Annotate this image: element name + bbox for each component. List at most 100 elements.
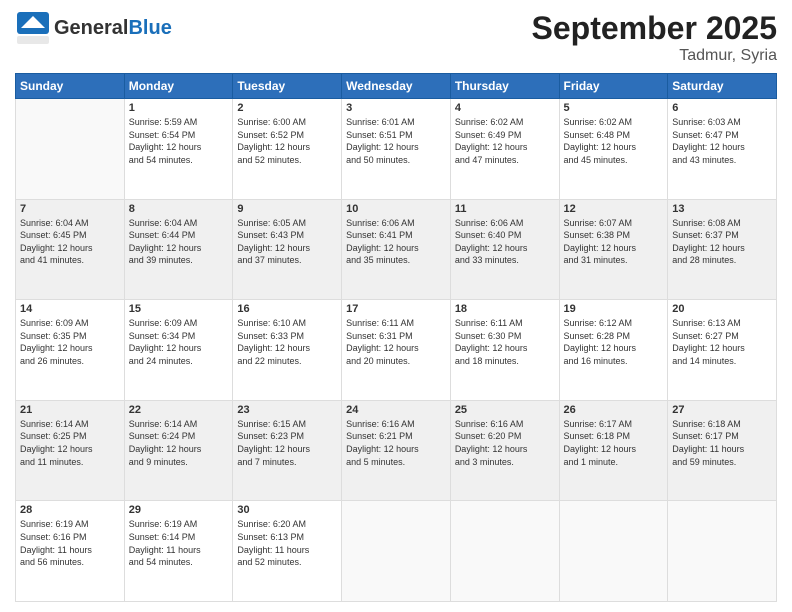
table-row: 18Sunrise: 6:11 AM Sunset: 6:30 PM Dayli… (450, 300, 559, 401)
day-number: 23 (237, 404, 337, 416)
day-info: Sunrise: 6:08 AM Sunset: 6:37 PM Dayligh… (672, 217, 772, 267)
day-number: 21 (20, 404, 120, 416)
day-number: 25 (455, 404, 555, 416)
calendar-title: September 2025 (532, 10, 777, 47)
logo-blue: Blue (128, 17, 171, 39)
day-info: Sunrise: 6:16 AM Sunset: 6:20 PM Dayligh… (455, 418, 555, 468)
calendar-row: 7 Sunrise: 6:04 AM Sunset: 6:45 PM Daylig… (16, 199, 777, 300)
table-row: 24Sunrise: 6:16 AM Sunset: 6:21 PM Dayli… (342, 400, 451, 501)
day-info: Sunrise: 6:16 AM Sunset: 6:21 PM Dayligh… (346, 418, 446, 468)
day-number: 6 (672, 102, 772, 114)
day-number: 13 (672, 203, 772, 215)
calendar-row: 1Sunrise: 5:59 AM Sunset: 6:54 PM Daylig… (16, 99, 777, 200)
table-row: 12 Sunrise: 6:07 AM Sunset: 6:38 PM Dayli… (559, 199, 668, 300)
table-row: 8 Sunrise: 6:04 AM Sunset: 6:44 PM Daylig… (124, 199, 233, 300)
day-info: Sunrise: 6:19 AM Sunset: 6:14 PM Dayligh… (129, 518, 229, 568)
day-info: Sunrise: 6:05 AM Sunset: 6:43 PM Dayligh… (237, 217, 337, 267)
day-info: Sunrise: 6:01 AM Sunset: 6:51 PM Dayligh… (346, 116, 446, 166)
table-row: 10Sunrise: 6:06 AM Sunset: 6:41 PM Dayli… (342, 199, 451, 300)
table-row: 23 Sunrise: 6:15 AM Sunset: 6:23 PM Dayli… (233, 400, 342, 501)
table-row: 30Sunrise: 6:20 AM Sunset: 6:13 PM Dayli… (233, 501, 342, 602)
day-info: Sunrise: 6:10 AM Sunset: 6:33 PM Dayligh… (237, 317, 337, 367)
logo-general: General (54, 17, 128, 39)
table-row: 17 Sunrise: 6:11 AM Sunset: 6:31 PM Dayli… (342, 300, 451, 401)
day-number: 19 (564, 303, 664, 315)
day-number: 26 (564, 404, 664, 416)
day-info: Sunrise: 6:04 AM Sunset: 6:44 PM Dayligh… (129, 217, 229, 267)
col-thursday: Thursday (450, 74, 559, 99)
table-row: 19 Sunrise: 6:12 AM Sunset: 6:28 PM Dayli… (559, 300, 668, 401)
table-row (16, 99, 125, 200)
table-row (668, 501, 777, 602)
day-info: Sunrise: 6:04 AM Sunset: 6:45 PM Dayligh… (20, 217, 120, 267)
day-number: 2 (237, 102, 337, 114)
table-row (450, 501, 559, 602)
day-info: Sunrise: 6:02 AM Sunset: 6:48 PM Dayligh… (564, 116, 664, 166)
page: GeneralBlue September 2025 Tadmur, Syria… (0, 0, 792, 612)
table-row: 1Sunrise: 5:59 AM Sunset: 6:54 PM Daylig… (124, 99, 233, 200)
day-number: 8 (129, 203, 229, 215)
day-number: 15 (129, 303, 229, 315)
day-info: Sunrise: 5:59 AM Sunset: 6:54 PM Dayligh… (129, 116, 229, 166)
col-wednesday: Wednesday (342, 74, 451, 99)
table-row: 14 Sunrise: 6:09 AM Sunset: 6:35 PM Dayli… (16, 300, 125, 401)
table-row: 26Sunrise: 6:17 AM Sunset: 6:18 PM Dayli… (559, 400, 668, 501)
table-row: 22Sunrise: 6:14 AM Sunset: 6:24 PM Dayli… (124, 400, 233, 501)
header: GeneralBlue September 2025 Tadmur, Syria (15, 10, 777, 65)
title-block: September 2025 Tadmur, Syria (532, 10, 777, 65)
day-info: Sunrise: 6:07 AM Sunset: 6:38 PM Dayligh… (564, 217, 664, 267)
day-number: 28 (20, 504, 120, 516)
col-friday: Friday (559, 74, 668, 99)
calendar-table: Sunday Monday Tuesday Wednesday Thursday… (15, 73, 777, 602)
day-number: 11 (455, 203, 555, 215)
day-info: Sunrise: 6:09 AM Sunset: 6:35 PM Dayligh… (20, 317, 120, 367)
table-row: 29Sunrise: 6:19 AM Sunset: 6:14 PM Dayli… (124, 501, 233, 602)
calendar-row: 21 Sunrise: 6:14 AM Sunset: 6:25 PM Dayli… (16, 400, 777, 501)
day-number: 3 (346, 102, 446, 114)
table-row: 4 Sunrise: 6:02 AM Sunset: 6:49 PM Daylig… (450, 99, 559, 200)
day-info: Sunrise: 6:18 AM Sunset: 6:17 PM Dayligh… (672, 418, 772, 468)
day-number: 12 (564, 203, 664, 215)
day-info: Sunrise: 6:15 AM Sunset: 6:23 PM Dayligh… (237, 418, 337, 468)
table-row: 2Sunrise: 6:00 AM Sunset: 6:52 PM Daylig… (233, 99, 342, 200)
day-number: 9 (237, 203, 337, 215)
day-number: 14 (20, 303, 120, 315)
calendar-row: 14 Sunrise: 6:09 AM Sunset: 6:35 PM Dayli… (16, 300, 777, 401)
day-number: 17 (346, 303, 446, 315)
day-number: 7 (20, 203, 120, 215)
table-row: 5 Sunrise: 6:02 AM Sunset: 6:48 PM Daylig… (559, 99, 668, 200)
table-row: 9 Sunrise: 6:05 AM Sunset: 6:43 PM Daylig… (233, 199, 342, 300)
table-row (559, 501, 668, 602)
table-row: 13 Sunrise: 6:08 AM Sunset: 6:37 PM Dayli… (668, 199, 777, 300)
table-row: 25 Sunrise: 6:16 AM Sunset: 6:20 PM Dayli… (450, 400, 559, 501)
calendar-subtitle: Tadmur, Syria (532, 47, 777, 65)
logo-icon (15, 10, 51, 46)
calendar-row: 28Sunrise: 6:19 AM Sunset: 6:16 PM Dayli… (16, 501, 777, 602)
col-saturday: Saturday (668, 74, 777, 99)
col-tuesday: Tuesday (233, 74, 342, 99)
day-info: Sunrise: 6:11 AM Sunset: 6:31 PM Dayligh… (346, 317, 446, 367)
table-row: 11Sunrise: 6:06 AM Sunset: 6:40 PM Dayli… (450, 199, 559, 300)
table-row: 20Sunrise: 6:13 AM Sunset: 6:27 PM Dayli… (668, 300, 777, 401)
day-number: 18 (455, 303, 555, 315)
col-monday: Monday (124, 74, 233, 99)
day-info: Sunrise: 6:14 AM Sunset: 6:25 PM Dayligh… (20, 418, 120, 468)
table-row (342, 501, 451, 602)
table-row: 6 Sunrise: 6:03 AM Sunset: 6:47 PM Daylig… (668, 99, 777, 200)
day-number: 27 (672, 404, 772, 416)
day-info: Sunrise: 6:02 AM Sunset: 6:49 PM Dayligh… (455, 116, 555, 166)
day-number: 5 (564, 102, 664, 114)
day-info: Sunrise: 6:12 AM Sunset: 6:28 PM Dayligh… (564, 317, 664, 367)
table-row: 16Sunrise: 6:10 AM Sunset: 6:33 PM Dayli… (233, 300, 342, 401)
logo: GeneralBlue (15, 10, 172, 46)
day-info: Sunrise: 6:03 AM Sunset: 6:47 PM Dayligh… (672, 116, 772, 166)
table-row: 21 Sunrise: 6:14 AM Sunset: 6:25 PM Dayli… (16, 400, 125, 501)
day-info: Sunrise: 6:09 AM Sunset: 6:34 PM Dayligh… (129, 317, 229, 367)
calendar-header-row: Sunday Monday Tuesday Wednesday Thursday… (16, 74, 777, 99)
table-row: 3 Sunrise: 6:01 AM Sunset: 6:51 PM Daylig… (342, 99, 451, 200)
col-sunday: Sunday (16, 74, 125, 99)
day-info: Sunrise: 6:20 AM Sunset: 6:13 PM Dayligh… (237, 518, 337, 568)
table-row: 15 Sunrise: 6:09 AM Sunset: 6:34 PM Dayli… (124, 300, 233, 401)
day-number: 4 (455, 102, 555, 114)
table-row: 27 Sunrise: 6:18 AM Sunset: 6:17 PM Dayli… (668, 400, 777, 501)
